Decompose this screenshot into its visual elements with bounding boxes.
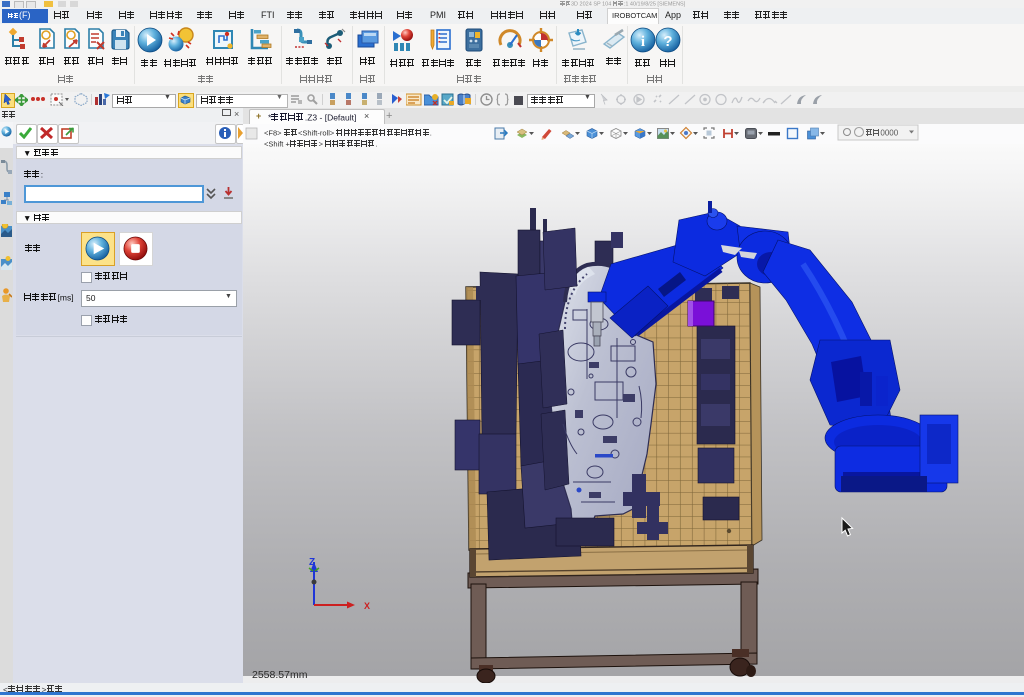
svg-text:?: ?	[663, 33, 672, 50]
svg-text:Z: Z	[309, 557, 315, 568]
svg-text:X: X	[364, 601, 370, 611]
svg-text:i: i	[641, 34, 645, 50]
svg-text:2558.57mm: 2558.57mm	[252, 669, 308, 681]
